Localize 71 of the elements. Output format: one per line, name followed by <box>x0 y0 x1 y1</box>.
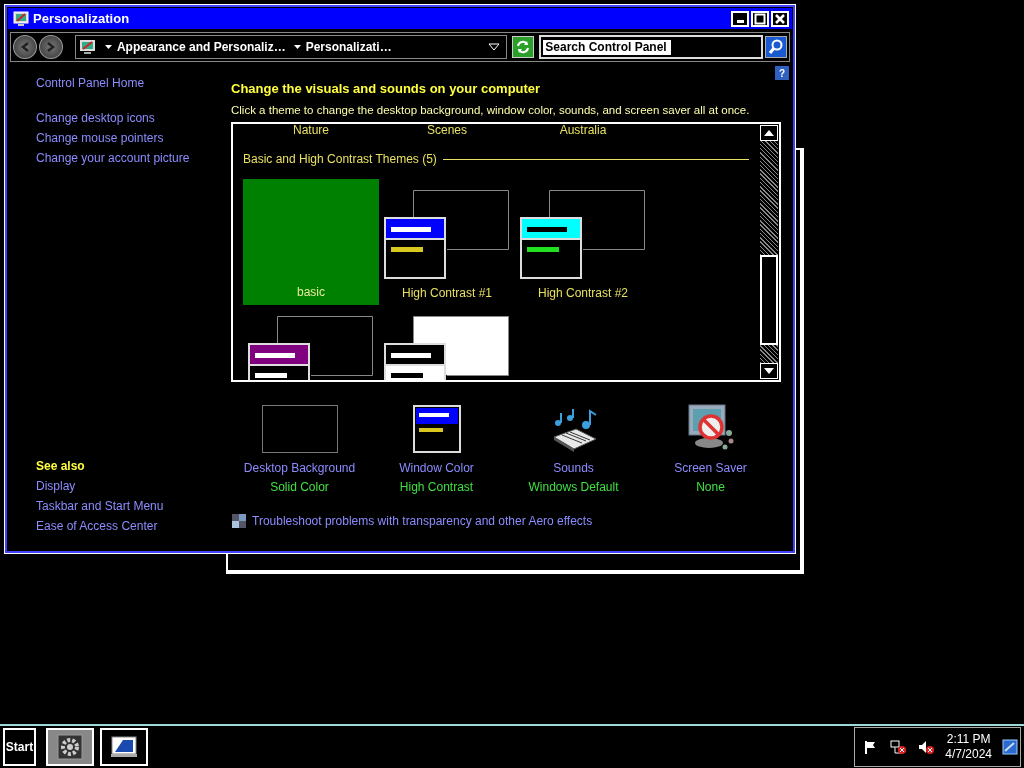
task-link[interactable]: Change desktop icons <box>36 111 226 125</box>
scroll-up-button[interactable] <box>760 125 778 141</box>
taskbar-button[interactable] <box>100 728 148 766</box>
see-also-link[interactable]: Taskbar and Start Menu <box>36 499 226 513</box>
search-button[interactable] <box>765 36 787 58</box>
desktop-background-preview[interactable] <box>261 405 338 453</box>
dropdown-icon[interactable] <box>488 43 501 51</box>
gear-icon <box>56 733 84 761</box>
scroll-thumb[interactable] <box>760 255 778 345</box>
scroll-track[interactable] <box>760 345 778 363</box>
task-link[interactable]: Change your account picture <box>36 151 226 165</box>
setting-link[interactable]: Screen Saver <box>674 461 747 475</box>
task-link[interactable]: Change mouse pointers <box>36 131 226 145</box>
theme-label[interactable]: Scenes <box>379 124 515 137</box>
setting-value: None <box>696 480 725 494</box>
minimize-button[interactable] <box>731 10 749 27</box>
setting-link[interactable]: Desktop Background <box>243 461 356 475</box>
search-icon <box>768 39 784 55</box>
setting-value: Windows Default <box>528 480 619 494</box>
monitor-icon <box>13 10 29 27</box>
control-panel-home-link[interactable]: Control Panel Home <box>36 76 226 90</box>
breadcrumb[interactable]: Personalizati… <box>305 40 392 54</box>
close-icon <box>774 12 786 25</box>
see-also-link[interactable]: Display <box>36 479 226 493</box>
window-color-preview[interactable] <box>412 405 461 453</box>
forward-button[interactable] <box>38 35 63 59</box>
setting-value: High Contrast <box>399 480 474 494</box>
page-heading: Change the visuals and sounds on your computer <box>231 81 542 96</box>
checker-icon <box>232 514 246 528</box>
theme-label[interactable]: Australia <box>515 124 651 137</box>
theme-tile[interactable]: basic <box>243 179 379 305</box>
setting-link[interactable]: Window Color <box>399 461 474 475</box>
window-title: Personalization <box>33 11 131 26</box>
volume-muted-icon[interactable] <box>917 739 936 755</box>
scrollbar[interactable] <box>759 124 779 380</box>
scroll-track[interactable] <box>760 141 778 255</box>
start-button[interactable]: Start <box>3 728 36 766</box>
see-also-heading: See also <box>36 459 86 473</box>
troubleshoot-link[interactable]: Troubleshoot problems with transparency and other Aero effects <box>252 514 593 528</box>
theme-label[interactable]: High Contrast #2 <box>515 286 651 300</box>
address-field[interactable]: Appearance and Personaliz… Personalizati… <box>74 35 508 59</box>
help-button[interactable]: ? <box>775 66 789 80</box>
theme-label[interactable]: High Contrast #1 <box>379 286 515 300</box>
search-field[interactable]: Search Control Panel <box>539 35 764 59</box>
caret-icon[interactable] <box>293 44 301 50</box>
caret-icon[interactable] <box>104 44 112 50</box>
show-desktop-icon[interactable] <box>1002 738 1018 756</box>
theme-label[interactable]: Nature <box>243 124 379 137</box>
group-title: Basic and High Contrast Themes (5) <box>243 152 437 166</box>
down-arrow-icon <box>764 368 774 374</box>
clock-date: 4/7/2024 <box>945 747 992 762</box>
refresh-button[interactable] <box>512 36 535 58</box>
up-arrow-icon <box>764 130 774 136</box>
setting-link[interactable]: Sounds <box>553 461 594 475</box>
breadcrumb[interactable]: Appearance and Personaliz… <box>116 40 286 54</box>
close-button[interactable] <box>771 10 789 27</box>
maximize-button[interactable] <box>751 10 769 27</box>
network-error-icon[interactable] <box>889 739 908 755</box>
monitor-icon <box>78 39 97 55</box>
minimize-icon <box>736 20 744 23</box>
taskbar-button[interactable] <box>46 728 94 766</box>
maximize-icon <box>754 12 766 25</box>
see-also-link[interactable]: Ease of Access Center <box>36 519 226 533</box>
clock[interactable]: 2:11 PM 4/7/2024 <box>945 732 992 762</box>
clock-time: 2:11 PM <box>946 732 991 747</box>
page-description: Click a theme to change the desktop background, window color, sounds, and screen saver all at once. <box>231 104 751 116</box>
refresh-icon <box>515 39 532 55</box>
back-button[interactable] <box>13 35 37 59</box>
monitor-icon <box>109 734 139 760</box>
setting-value: Solid Color <box>270 480 329 494</box>
scroll-down-button[interactable] <box>760 363 778 379</box>
